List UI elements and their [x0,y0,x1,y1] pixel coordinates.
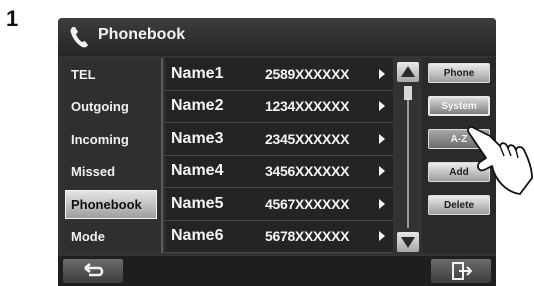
contact-name: Name4 [171,162,224,180]
contact-number: 4567XXXXXX [265,195,350,212]
bottom-bar [58,256,496,286]
scroll-down-button[interactable] [397,232,419,252]
chevron-right-icon [379,231,385,242]
page-title: Phonebook [98,26,186,43]
sidebar: TEL Outgoing Incoming Missed Phonebook M… [63,58,163,253]
arrow-down-icon [401,237,415,248]
exit-icon [452,262,473,280]
contact-list: Name1 2589XXXXXX Name2 1234XXXXXX Name3 … [165,58,393,253]
back-button[interactable] [63,259,123,283]
contact-row[interactable]: Name4 3456XXXXXX [165,156,393,188]
scroll-up-button[interactable] [397,62,419,82]
chevron-right-icon [379,198,385,209]
scroll-track[interactable] [407,86,409,228]
sidebar-item-incoming[interactable]: Incoming [63,123,161,156]
contact-row[interactable]: Name1 2589XXXXXX [165,58,393,91]
contact-row[interactable]: Name5 4567XXXXXX [165,188,393,221]
pointing-hand-icon [467,126,533,195]
scrollbar[interactable] [397,62,419,252]
chevron-right-icon [379,133,385,144]
arrow-up-icon [401,66,415,77]
contact-row[interactable]: Name3 2345XXXXXX [165,123,393,156]
sidebar-item-phonebook[interactable]: Phonebook [65,190,157,219]
exit-button[interactable] [431,259,491,283]
phone-handset-icon [70,27,88,48]
return-arrow-icon [84,263,104,277]
contact-number: 2345XXXXXX [265,130,350,147]
contact-row[interactable]: Name6 5678XXXXXX [165,221,393,253]
contact-name: Name3 [171,129,224,147]
contact-name: Name2 [171,97,224,115]
contact-number: 5678XXXXXX [265,228,350,245]
chevron-right-icon [379,101,385,112]
contact-name: Name6 [171,227,224,245]
title-bar: Phonebook [58,18,496,56]
sidebar-item-outgoing[interactable]: Outgoing [63,91,161,124]
sidebar-item-mode[interactable]: Mode [63,221,161,254]
device-screen: Phonebook TEL Outgoing Incoming Missed P… [58,18,496,286]
contact-name: Name1 [171,64,224,82]
chevron-right-icon [379,68,385,79]
contact-row[interactable]: Name2 1234XXXXXX [165,91,393,123]
step-number: 1 [6,6,19,31]
phone-button[interactable]: Phone [428,63,490,83]
contact-name: Name5 [171,194,224,212]
scroll-thumb[interactable] [404,86,412,100]
contact-number: 2589XXXXXX [265,65,350,82]
sidebar-item-missed[interactable]: Missed [63,156,161,189]
chevron-right-icon [379,166,385,177]
contact-number: 3456XXXXXX [265,163,350,180]
contact-number: 1234XXXXXX [265,98,350,115]
sidebar-item-tel[interactable]: TEL [63,58,161,91]
